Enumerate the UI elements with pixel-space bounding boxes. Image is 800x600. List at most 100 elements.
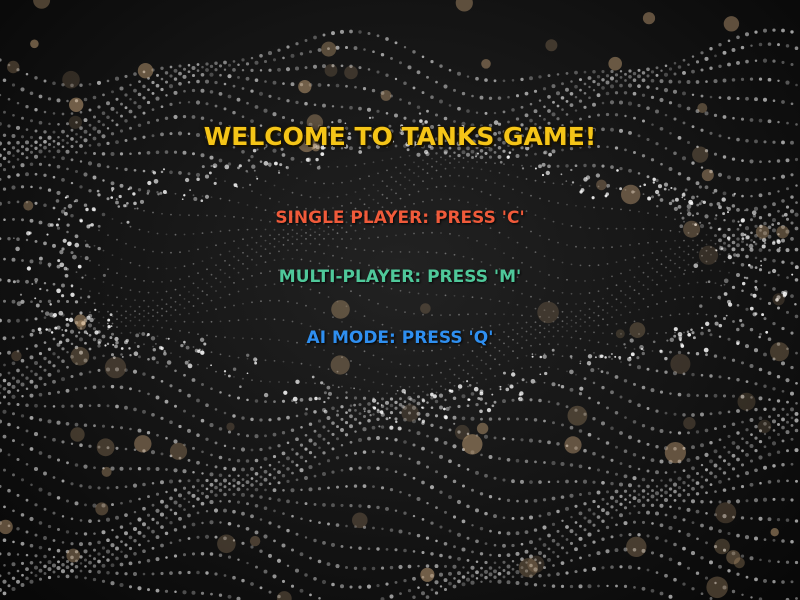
wave-particle (390, 201, 393, 204)
menu-option-multi-player[interactable]: MULTI-PLAYER: PRESS 'M' (0, 267, 800, 287)
wave-particle (673, 72, 677, 76)
wave-particle (218, 64, 223, 68)
wave-particle (209, 72, 214, 77)
wave-particle (187, 500, 191, 504)
wave-particle (29, 447, 34, 451)
menu-option-ai-mode[interactable]: AI MODE: PRESS 'Q' (0, 328, 800, 348)
wave-particle (692, 256, 694, 259)
wave-particle (489, 354, 492, 357)
wave-particle (596, 468, 601, 472)
wave-particle (228, 482, 231, 485)
wave-particle (107, 310, 109, 313)
wave-particle (120, 114, 123, 118)
wave-particle (372, 198, 375, 201)
wave-particle (443, 474, 448, 479)
wave-particle (115, 111, 119, 114)
bokeh-particle (66, 548, 81, 563)
wave-particle (560, 546, 565, 550)
wave-particle (512, 188, 514, 191)
wave-particle (60, 569, 66, 574)
wave-particle (736, 533, 740, 538)
wave-particle (201, 521, 204, 525)
wave-particle (404, 176, 406, 179)
wave-particle (34, 317, 38, 321)
menu-option-single-player[interactable]: SINGLE PLAYER: PRESS 'C' (0, 208, 800, 228)
wave-particle (215, 290, 217, 292)
bokeh-particle (137, 62, 154, 79)
wave-particle (209, 423, 214, 428)
wave-particle (291, 320, 294, 323)
wave-particle (192, 414, 195, 418)
wave-particle (619, 431, 623, 435)
wave-particle (79, 484, 83, 488)
wave-particle (511, 398, 515, 402)
wave-particle (632, 78, 637, 82)
wave-particle (485, 243, 487, 246)
wave-particle (399, 251, 402, 253)
bokeh-particle (134, 435, 152, 453)
wave-particle (507, 202, 510, 204)
wave-particle (201, 450, 204, 454)
wave-particle (479, 573, 484, 577)
wave-particle (596, 75, 601, 79)
wave-particle (477, 152, 479, 155)
wave-particle (93, 424, 96, 428)
wave-particle (65, 574, 70, 579)
wave-particle (88, 82, 92, 86)
wave-particle (192, 194, 195, 197)
wave-particle (473, 386, 479, 392)
wave-particle (736, 303, 740, 307)
wave-particle (0, 318, 2, 323)
wave-particle (686, 566, 691, 570)
wave-particle (263, 456, 268, 461)
wave-particle (470, 392, 475, 396)
wave-particle (155, 588, 160, 593)
wave-particle (714, 234, 717, 238)
wave-particle (736, 96, 740, 101)
wave-particle (745, 254, 749, 259)
wave-particle (305, 249, 307, 252)
wave-particle (119, 525, 124, 529)
wave-particle (228, 474, 231, 478)
wave-particle (749, 556, 754, 561)
wave-particle (52, 476, 56, 479)
wave-particle (224, 164, 230, 170)
wave-particle (637, 498, 641, 503)
wave-particle (794, 448, 799, 453)
wave-particle (462, 369, 465, 372)
wave-particle (205, 437, 209, 441)
wave-particle (345, 165, 348, 168)
bokeh-particle (344, 65, 358, 80)
wave-particle (65, 317, 69, 321)
wave-particle (417, 364, 420, 367)
wave-particle (655, 498, 659, 502)
wave-particle (232, 110, 236, 115)
wave-particle (228, 394, 231, 397)
wave-particle (116, 296, 118, 299)
bokeh-particle (101, 466, 112, 477)
wave-particle (164, 531, 169, 536)
wave-particle (781, 100, 785, 104)
wave-particle (674, 197, 679, 202)
wave-particle (790, 30, 794, 34)
wave-particle (709, 459, 713, 464)
wave-particle (133, 88, 137, 93)
wave-particle (557, 202, 559, 204)
wave-particle (620, 361, 622, 363)
wave-particle (547, 480, 551, 484)
wave-particle (722, 488, 727, 492)
wave-particle (511, 79, 515, 82)
wave-particle (192, 294, 195, 297)
wave-particle (11, 83, 16, 87)
wave-particle (228, 63, 231, 67)
bokeh-particle (723, 16, 740, 32)
wave-particle (525, 381, 528, 384)
wave-particle (578, 78, 583, 82)
wave-particle (712, 191, 715, 195)
wave-particle (210, 592, 213, 596)
wave-particle (85, 243, 89, 248)
wave-particle (614, 73, 619, 77)
wave-particle (139, 199, 145, 204)
wave-particle (497, 531, 502, 535)
wave-particle (412, 398, 416, 403)
